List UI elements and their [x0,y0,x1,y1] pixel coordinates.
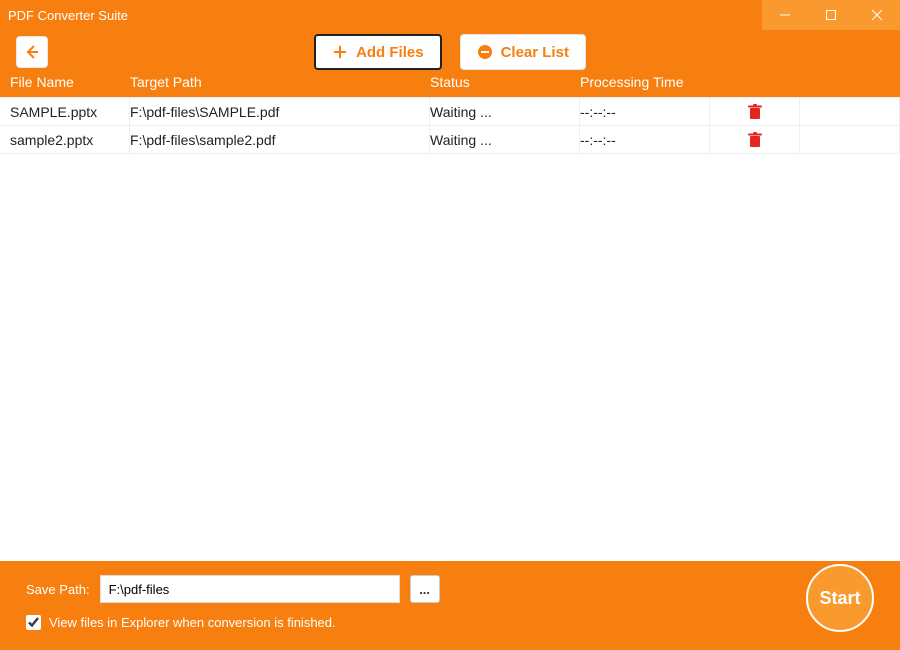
save-path-input[interactable] [100,575,400,603]
cell-status: Waiting ... [430,126,580,153]
table-body: SAMPLE.pptx F:\pdf-files\SAMPLE.pdf Wait… [0,97,900,561]
toolbar-center: Add Files Clear List [72,34,828,70]
minimize-icon [779,9,791,21]
footer: Save Path: ... View files in Explorer wh… [0,561,900,650]
window-controls [762,0,900,30]
col-header-status: Status [430,74,580,97]
app-title: PDF Converter Suite [8,8,128,23]
add-files-button[interactable]: Add Files [314,34,442,70]
app-window: PDF Converter Suite Add Files Clea [0,0,900,650]
trash-icon [748,132,762,148]
file-table: File Name Target Path Status Processing … [0,74,900,561]
close-button[interactable] [854,0,900,30]
close-icon [871,9,883,21]
col-header-extra [800,74,900,97]
table-row[interactable]: sample2.pptx F:\pdf-files\sample2.pdf Wa… [0,126,900,154]
view-files-label: View files in Explorer when conversion i… [49,615,336,630]
cell-file-name: SAMPLE.pptx [10,98,130,125]
start-label: Start [819,588,860,609]
save-path-row: Save Path: ... [26,575,874,603]
trash-icon [748,104,762,120]
table-row[interactable]: SAMPLE.pptx F:\pdf-files\SAMPLE.pdf Wait… [0,98,900,126]
title-bar: PDF Converter Suite [0,0,900,30]
delete-row-button[interactable] [710,98,800,125]
cell-file-name: sample2.pptx [10,126,130,153]
cell-proc-time: --:--:-- [580,126,710,153]
clear-list-button[interactable]: Clear List [460,34,586,70]
minimize-button[interactable] [762,0,808,30]
add-files-label: Add Files [356,44,424,61]
col-header-proc-time: Processing Time [580,74,710,97]
cell-target-path: F:\pdf-files\sample2.pdf [130,126,430,153]
plus-icon [332,44,348,60]
col-header-file-name: File Name [10,74,130,97]
maximize-button[interactable] [808,0,854,30]
table-header: File Name Target Path Status Processing … [0,74,900,97]
col-header-target-path: Target Path [130,74,430,97]
cell-extra [800,98,900,125]
cell-target-path: F:\pdf-files\SAMPLE.pdf [130,98,430,125]
back-button[interactable] [16,36,48,68]
back-arrow-icon [22,42,42,62]
view-files-checkbox[interactable] [26,615,41,630]
toolbar: Add Files Clear List [0,30,900,74]
clear-icon [477,44,493,60]
view-files-row: View files in Explorer when conversion i… [26,615,874,630]
col-header-delete [710,74,800,97]
start-button[interactable]: Start [806,564,874,632]
cell-proc-time: --:--:-- [580,98,710,125]
delete-row-button[interactable] [710,126,800,153]
cell-status: Waiting ... [430,98,580,125]
cell-extra [800,126,900,153]
maximize-icon [825,9,837,21]
browse-button[interactable]: ... [410,575,440,603]
clear-list-label: Clear List [501,44,569,61]
save-path-label: Save Path: [26,582,90,597]
